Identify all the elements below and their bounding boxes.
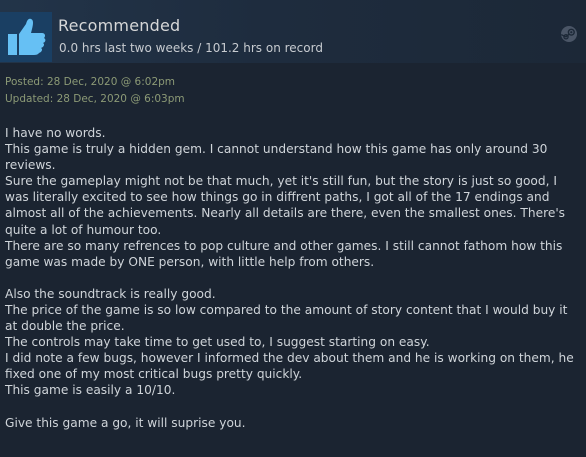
review-paragraph: There are so many refrences to pop cultu… (5, 238, 563, 269)
review-paragraph: This game is easily a 10/10. (5, 383, 176, 398)
review-paragraph: Give this game a go, it will suprise you… (5, 415, 246, 430)
review-paragraph: Also the soundtrack is really good. (5, 286, 216, 301)
hours-on-record: 0.0 hrs last two weeks / 101.2 hrs on re… (59, 41, 323, 55)
posted-date: Posted: 28 Dec, 2020 @ 6:02pm (5, 76, 176, 88)
updated-date: Updated: 28 Dec, 2020 @ 6:03pm (5, 93, 185, 105)
recommendation-title[interactable]: Recommended (58, 16, 180, 35)
steam-icon[interactable] (560, 25, 578, 43)
review-dates: Posted: 28 Dec, 2020 @ 6:02pm Updated: 2… (5, 74, 185, 108)
review-paragraph: This game is truly a hidden gem. I canno… (5, 142, 548, 173)
review-body: I have no words. This game is truly a hi… (5, 125, 583, 431)
review-paragraph: The price of the game is so low compared… (5, 302, 568, 334)
review-paragraph: I did note a few bugs, however I informe… (5, 351, 574, 382)
review-paragraph: I have no words. (5, 126, 106, 140)
review-paragraph: Sure the gameplay might not be that much… (5, 174, 566, 237)
review-paragraph: The controls may take time to get used t… (5, 335, 430, 350)
thumbs-up-badge (0, 12, 52, 62)
review-page: Recommended 0.0 hrs last two weeks / 101… (0, 0, 586, 457)
review-header: Recommended 0.0 hrs last two weeks / 101… (0, 0, 586, 63)
thumbs-up-icon (8, 18, 46, 55)
